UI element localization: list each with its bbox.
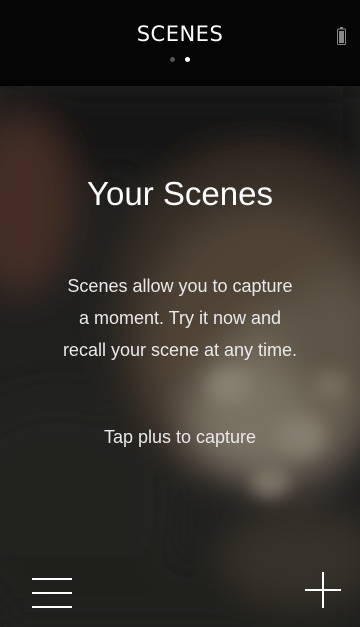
scenes-description: Scenes allow you to capture a moment. Tr… (20, 270, 340, 366)
hamburger-menu-icon[interactable] (32, 574, 72, 610)
page-dot-1[interactable] (170, 57, 175, 62)
description-line: a moment. Try it now and (78, 308, 282, 328)
scenes-screen: SCENES Your Scenes Scenes allow you to c… (0, 0, 360, 627)
description-line: Scenes allow you to capture (67, 276, 293, 296)
menu-line (32, 592, 72, 594)
page-title: SCENES (136, 22, 224, 46)
page-indicator[interactable] (0, 57, 360, 62)
plus-horizontal (305, 589, 341, 591)
menu-line (32, 606, 72, 608)
top-bar: SCENES (0, 0, 360, 86)
description-line: recall your scene at any time. (62, 340, 298, 360)
capture-hint: Tap plus to capture (103, 427, 257, 447)
menu-line (32, 578, 72, 580)
scenes-empty-state: Your Scenes Scenes allow you to capture … (0, 86, 360, 627)
scenes-heading: Your Scenes (87, 175, 273, 212)
page-dot-2[interactable] (185, 57, 190, 62)
plus-icon[interactable] (305, 572, 341, 608)
battery-icon (337, 27, 346, 45)
